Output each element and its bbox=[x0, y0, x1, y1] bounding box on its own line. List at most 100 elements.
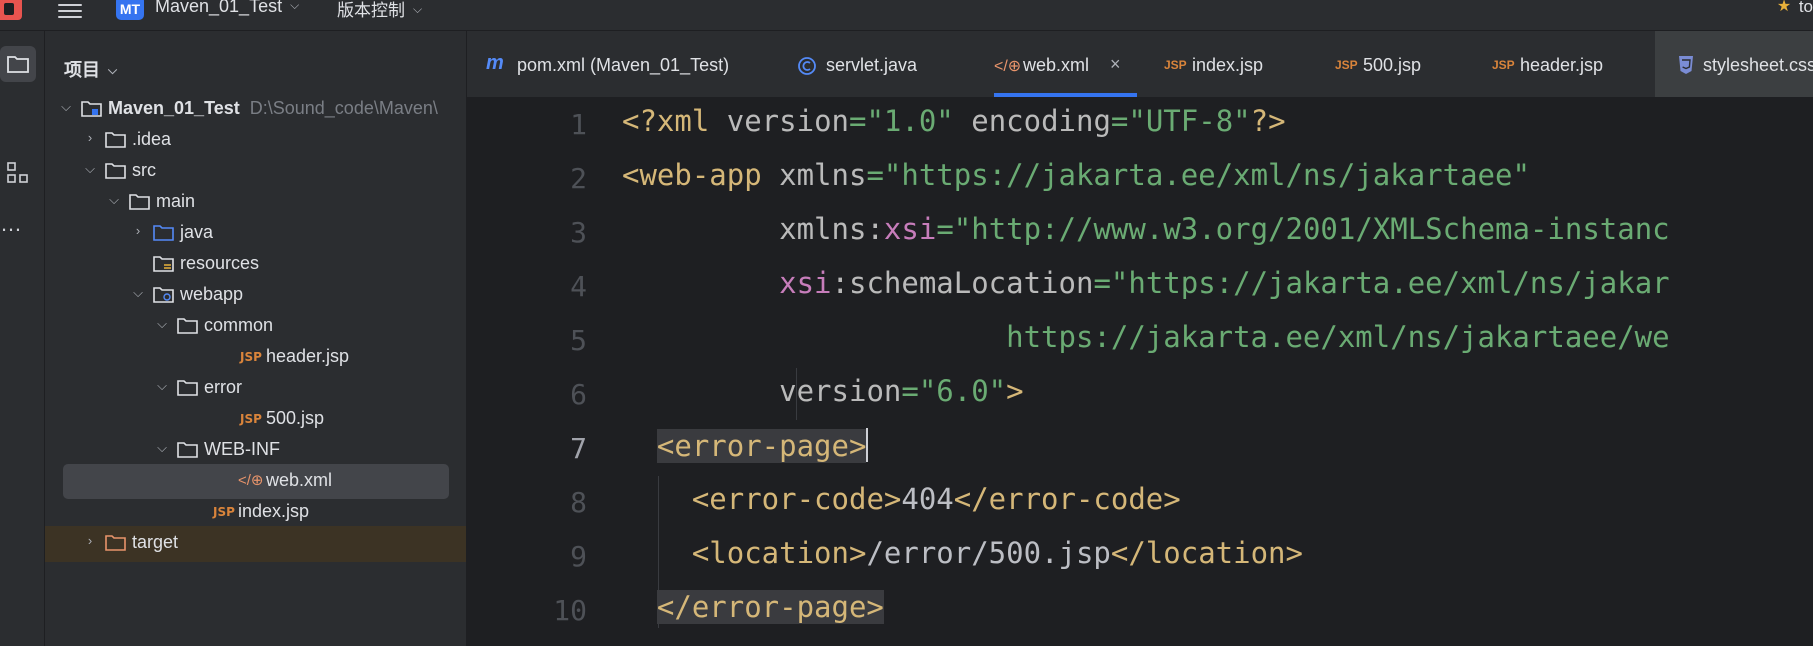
chevron-down-icon: ⌵ bbox=[108, 63, 118, 77]
css-icon bbox=[1679, 56, 1693, 74]
chevron-down-icon[interactable]: ⌵ bbox=[59, 100, 73, 114]
code-line-8: <error-code>404</error-code> bbox=[691, 482, 1181, 516]
tab-label: servlet.java bbox=[826, 55, 918, 75]
project-tool-button[interactable] bbox=[0, 46, 36, 82]
folder-icon bbox=[7, 56, 29, 73]
code-line-5: https://jakarta.ee/xml/ns/jakartaee/we bbox=[1006, 320, 1670, 354]
tab-index-jsp[interactable]: JSP index.jsp bbox=[1164, 31, 1304, 97]
tree-item-label: java bbox=[180, 222, 214, 242]
tab-stylesheet-css[interactable]: stylesheet.css bbox=[1655, 31, 1813, 97]
tree-item-label: target bbox=[132, 532, 179, 552]
tab-label: index.jsp bbox=[1192, 55, 1264, 75]
chevron-right-icon[interactable]: › bbox=[83, 131, 97, 145]
line-number: 4 bbox=[570, 270, 587, 303]
line-number: 8 bbox=[570, 486, 587, 519]
web-folder-icon bbox=[153, 287, 174, 303]
class-icon bbox=[798, 57, 816, 75]
module-path-hint: D:\Sound_code\Maven\ bbox=[249, 98, 438, 118]
line-number: 5 bbox=[570, 324, 587, 357]
folder-icon bbox=[105, 132, 126, 148]
panel-title: 项目 bbox=[64, 60, 100, 80]
matched-tag-highlight: <error-page> bbox=[656, 429, 867, 463]
jsp-file-icon: JSP bbox=[240, 350, 262, 364]
tree-item-label: header.jsp bbox=[266, 346, 350, 366]
vcs-label: 版本控制 bbox=[337, 1, 405, 20]
tab-500-jsp[interactable]: JSP 500.jsp bbox=[1335, 31, 1455, 97]
jsp-file-icon: JSP bbox=[240, 412, 262, 426]
line-number: 10 bbox=[553, 594, 587, 627]
tab-web-xml[interactable]: </⊕ web.xml × bbox=[994, 31, 1137, 97]
structure-tool-button[interactable] bbox=[0, 155, 36, 191]
jsp-file-icon: JSP bbox=[213, 505, 235, 519]
tree-item-label: error bbox=[204, 377, 243, 397]
more-tools-icon[interactable]: … bbox=[0, 213, 36, 255]
tab-pom-xml[interactable]: m pom.xml (Maven_01_Test) bbox=[467, 31, 729, 97]
folder-icon bbox=[105, 163, 126, 179]
code-line-10: </error-page> bbox=[622, 590, 1813, 644]
jsp-icon: JSP bbox=[1335, 58, 1358, 72]
tree-item-label: index.jsp bbox=[238, 501, 310, 521]
chevron-down-icon[interactable]: ⌵ bbox=[131, 286, 145, 300]
project-panel: 项目 ⌵ ⌵ Maven_01_Test D:\Sound_code\Maven\ … bbox=[45, 31, 467, 646]
line-number: 6 bbox=[570, 378, 587, 411]
code-line-9: <location>/error/500.jsp</location> bbox=[691, 536, 1303, 570]
tab-label: header.jsp bbox=[1520, 55, 1604, 75]
project-badge[interactable]: MT bbox=[116, 0, 144, 20]
line-number: 1 bbox=[570, 108, 587, 141]
line-number: 2 bbox=[570, 162, 587, 195]
chevron-down-icon[interactable]: ⌵ bbox=[155, 317, 169, 331]
tab-label: pom.xml (Maven_01_Test) bbox=[517, 55, 730, 75]
tree-item-label: main bbox=[156, 191, 196, 211]
tree-item-label: .idea bbox=[132, 129, 172, 149]
folder-icon bbox=[177, 318, 198, 334]
resources-folder-icon bbox=[153, 256, 174, 272]
line-number: 9 bbox=[570, 540, 587, 573]
tree-item-label: webapp bbox=[180, 284, 244, 304]
chevron-down-icon[interactable]: ⌵ bbox=[155, 379, 169, 393]
editor-gutter[interactable]: 1 2 3 4 5 6 7 8 9 10 bbox=[467, 98, 623, 646]
code-line-2: <web-app xmlns="https://jakarta.ee/xml/n… bbox=[622, 158, 1530, 192]
chevron-right-icon[interactable]: › bbox=[131, 224, 145, 238]
run-config-widget[interactable]: ★ to bbox=[1777, 0, 1813, 17]
app-logo-icon[interactable] bbox=[0, 0, 22, 20]
tree-item-label: common bbox=[204, 315, 274, 335]
code-line-4: xsi:schemaLocation="https://jakarta.ee/x… bbox=[779, 266, 1670, 300]
text-caret bbox=[866, 428, 869, 462]
chevron-down-icon: ⌵ bbox=[290, 0, 300, 12]
chevron-down-icon[interactable]: ⌵ bbox=[83, 162, 97, 176]
tab-label: stylesheet.css bbox=[1703, 55, 1813, 75]
tab-label: web.xml bbox=[1023, 55, 1090, 75]
folder-icon bbox=[177, 442, 198, 458]
folder-icon bbox=[129, 194, 150, 210]
tree-item-label: src bbox=[132, 160, 156, 180]
code-line-6: version="6.0"> bbox=[779, 374, 1024, 408]
line-number: 3 bbox=[570, 216, 587, 249]
chevron-down-icon: ⌵ bbox=[413, 2, 423, 16]
chevron-down-icon[interactable]: ⌵ bbox=[155, 441, 169, 455]
chevron-down-icon[interactable]: ⌵ bbox=[107, 193, 121, 207]
line-number: 7 bbox=[570, 432, 587, 465]
vcs-menu[interactable]: 版本控制 ⌵ bbox=[337, 0, 422, 21]
active-tab-indicator bbox=[994, 93, 1137, 97]
maven-icon: m bbox=[486, 52, 504, 74]
project-name: Maven_01_Test bbox=[155, 0, 283, 16]
chevron-right-icon[interactable]: › bbox=[83, 534, 97, 548]
structure-icon bbox=[7, 162, 28, 183]
matched-tag-highlight: </error-page> bbox=[656, 590, 884, 624]
xml-file-icon: </⊕ bbox=[238, 472, 264, 489]
tree-item-label: resources bbox=[180, 253, 260, 273]
close-icon[interactable]: × bbox=[1110, 54, 1121, 75]
tab-label: 500.jsp bbox=[1363, 55, 1422, 75]
code-line-7: <error-page> bbox=[622, 428, 1813, 482]
tab-servlet-java[interactable]: servlet.java bbox=[797, 31, 947, 97]
project-switcher[interactable]: Maven_01_Test ⌵ bbox=[155, 0, 299, 17]
run-config-icon: ★ bbox=[1776, 0, 1792, 15]
project-view-selector[interactable]: 项目 ⌵ bbox=[64, 56, 117, 82]
module-folder-icon bbox=[81, 101, 102, 117]
tree-item-target[interactable]: › target bbox=[45, 526, 466, 562]
main-menu-icon[interactable] bbox=[58, 2, 82, 20]
tab-header-jsp[interactable]: JSP header.jsp bbox=[1492, 31, 1632, 97]
code-editor[interactable]: <?xml version="1.0" encoding="UTF-8"?> <… bbox=[622, 98, 1813, 646]
editor-tab-bar: m pom.xml (Maven_01_Test) servlet.java <… bbox=[467, 31, 1813, 98]
run-config-label: to bbox=[1798, 0, 1813, 16]
